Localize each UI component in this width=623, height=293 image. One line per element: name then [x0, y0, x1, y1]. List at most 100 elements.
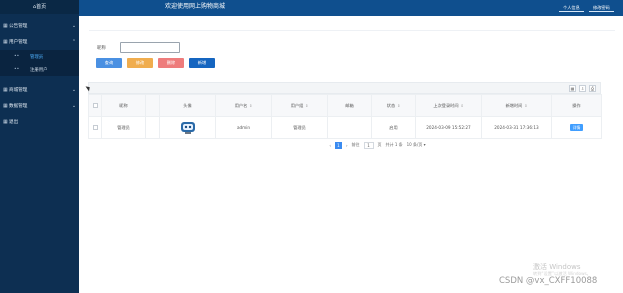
- col-operations: 操作: [551, 94, 602, 117]
- menu-group-users: ▦ 用户管理 ⌃ •• 管理员 •• 注册用户: [0, 34, 79, 76]
- menu-data[interactable]: ▦ 数据管理 ⌄: [0, 98, 79, 114]
- select-all-checkbox[interactable]: [92, 102, 98, 108]
- bullet-icon: ••: [14, 67, 20, 72]
- data-table: 昵称 头像 用户名 ⇕ 用户组 ⇕ 邮箱 状态 ⇕ 上次登录时间 ⇕ 新增时间 ⇕ 操作 …: [88, 94, 602, 139]
- search-label: 昵称: [97, 45, 106, 51]
- search-row: 昵称: [97, 42, 180, 53]
- page-1-button[interactable]: 1: [334, 141, 342, 149]
- export-icon[interactable]: ⇩: [579, 84, 586, 92]
- cell-avatar: [159, 116, 216, 139]
- col-email: 邮箱: [327, 94, 372, 117]
- table-panel: ▦ ⇩ ⎙ 昵称 头像 用户名 ⇕ 用户组 ⇕ 邮箱 状态 ⇕ 上次登录时间 ⇕…: [88, 82, 602, 151]
- chevron-down-icon: ▾: [423, 142, 426, 147]
- sort-icon[interactable]: ⇕: [524, 104, 527, 108]
- print-icon[interactable]: ⎙: [589, 84, 596, 92]
- col-username[interactable]: 用户名 ⇕: [215, 94, 272, 117]
- profile-button[interactable]: 个人信息: [559, 4, 584, 12]
- col-created[interactable]: 新增时间 ⇕: [481, 94, 552, 117]
- action-buttons: 查询 修改 删除 新增: [96, 58, 215, 68]
- col-label: 用户组: [290, 102, 304, 108]
- cell-nickname: 管理员: [101, 116, 146, 139]
- page-title: 欢迎使用网上购物商城: [165, 3, 226, 10]
- top-header: 欢迎使用网上购物商城 个人信息 修改密码: [79, 0, 623, 16]
- menu-shop-label: 商城管理: [9, 88, 28, 93]
- cell-group: 管理员: [271, 116, 328, 139]
- change-password-button[interactable]: 修改密码: [589, 4, 614, 12]
- sidebar-item-label: 管理员: [30, 54, 44, 60]
- query-button[interactable]: 查询: [96, 58, 122, 68]
- menu-group-logout: ▦ 退出: [0, 114, 79, 130]
- menu-notice-label: 公告管理: [9, 24, 28, 29]
- col-last-login[interactable]: 上次登录时间 ⇕: [415, 94, 482, 117]
- col-label: 用户名: [234, 102, 248, 108]
- col-spacer: [145, 94, 160, 117]
- add-button[interactable]: 新增: [189, 58, 215, 68]
- menu-logout-label: 退出: [9, 120, 19, 125]
- sidebar-home-label: 首页: [36, 4, 47, 10]
- col-label: 状态: [386, 102, 396, 108]
- main-content: 昵称 查询 修改 删除 新增 ▦ ⇩ ⎙ 昵称 头像 用户名 ⇕ 用户组 ⇕ 邮…: [79, 16, 623, 293]
- menu-group-data: ▦ 数据管理 ⌄: [0, 98, 79, 114]
- page-unit: 页: [377, 142, 382, 147]
- row-select-cell[interactable]: [88, 116, 102, 139]
- sort-icon[interactable]: ⇕: [305, 104, 308, 108]
- sidebar-home[interactable]: ⌂首页: [0, 0, 79, 14]
- col-avatar: 头像: [159, 94, 216, 117]
- col-label: 昵称: [119, 102, 128, 108]
- sidebar-item-registered-users[interactable]: •• 注册用户: [0, 63, 79, 76]
- col-group[interactable]: 用户组 ⇕: [271, 94, 328, 117]
- pagination: ‹ 1 › 前往 1 页 共计 1 条 10 条/页 ▾: [154, 139, 601, 151]
- row-checkbox[interactable]: [92, 124, 98, 130]
- bullet-icon: ••: [14, 54, 20, 59]
- table-header-row: 昵称 头像 用户名 ⇕ 用户组 ⇕ 邮箱 状态 ⇕ 上次登录时间 ⇕ 新增时间 ⇕ 操作: [88, 94, 602, 117]
- menu-notice[interactable]: ▦ 公告管理 ⌄: [0, 18, 79, 34]
- nickname-search-input[interactable]: [120, 42, 180, 53]
- sort-icon[interactable]: ⇕: [249, 104, 252, 108]
- menu-logout[interactable]: ▦ 退出: [0, 114, 79, 130]
- csdn-watermark: CSDN @vx_CXFF10088: [499, 276, 598, 286]
- menu-shop[interactable]: ▦ 商城管理 ⌄: [0, 82, 79, 98]
- chevron-down-icon: ⌄: [71, 23, 77, 29]
- col-nickname[interactable]: 昵称: [101, 94, 146, 117]
- col-label: 新增时间: [505, 102, 523, 108]
- cell-email: [327, 116, 372, 139]
- col-label: 头像: [183, 102, 192, 108]
- menu-users[interactable]: ▦ 用户管理 ⌃: [0, 34, 79, 50]
- edit-button[interactable]: 修改: [127, 58, 153, 68]
- sort-icon[interactable]: ⇕: [461, 104, 464, 108]
- chevron-down-icon: ⌄: [71, 87, 77, 93]
- sidebar-item-label: 注册用户: [30, 67, 48, 73]
- cell-status: 启用: [371, 116, 416, 139]
- total-count: 共计 1 条: [385, 142, 403, 147]
- page-input[interactable]: 1: [363, 141, 374, 149]
- goto-label: 前往: [351, 142, 360, 147]
- menu-users-label: 用户管理: [9, 40, 28, 45]
- cell-created: 2024-03-31 17:36:13: [481, 116, 552, 139]
- table-toolbar: ▦ ⇩ ⎙: [88, 82, 601, 94]
- menu-group-shop: ▦ 商城管理 ⌄: [0, 82, 79, 98]
- select-all-cell[interactable]: [88, 94, 102, 117]
- sort-icon[interactable]: ⇕: [397, 104, 400, 108]
- avatar: [180, 122, 195, 134]
- sidebar-menu: ▦ 公告管理 ⌄ ▦ 用户管理 ⌃ •• 管理员 •• 注册用户 ▦ 商城管理 …: [0, 18, 79, 130]
- cell-spacer: [145, 116, 160, 139]
- detail-button[interactable]: 详情: [570, 124, 583, 131]
- col-label: 上次登录时间: [433, 102, 459, 108]
- cell-last-login: 2024-03-09 15:52:27: [415, 116, 482, 139]
- table-row[interactable]: 管理员 admin 管理员 启用 2024-03-09 15:52:27 202…: [88, 116, 602, 139]
- next-page-icon[interactable]: ›: [346, 143, 348, 148]
- menu-group-notice: ▦ 公告管理 ⌄: [0, 18, 79, 34]
- menu-users-sub: •• 管理员 •• 注册用户: [0, 50, 79, 76]
- chevron-up-icon: ⌃: [71, 39, 77, 45]
- prev-page-icon[interactable]: ‹: [329, 143, 331, 148]
- col-status[interactable]: 状态 ⇕: [371, 94, 416, 117]
- divider: [89, 30, 615, 31]
- delete-button[interactable]: 删除: [158, 58, 184, 68]
- chevron-down-icon: ⌄: [71, 103, 77, 109]
- page-size-value: 10 条/页: [406, 142, 423, 147]
- sidebar-item-admins[interactable]: •• 管理员: [0, 50, 79, 63]
- page-size-select[interactable]: 10 条/页 ▾: [407, 142, 426, 148]
- col-label: 邮箱: [345, 102, 354, 108]
- menu-data-label: 数据管理: [9, 104, 28, 109]
- columns-icon[interactable]: ▦: [569, 84, 576, 92]
